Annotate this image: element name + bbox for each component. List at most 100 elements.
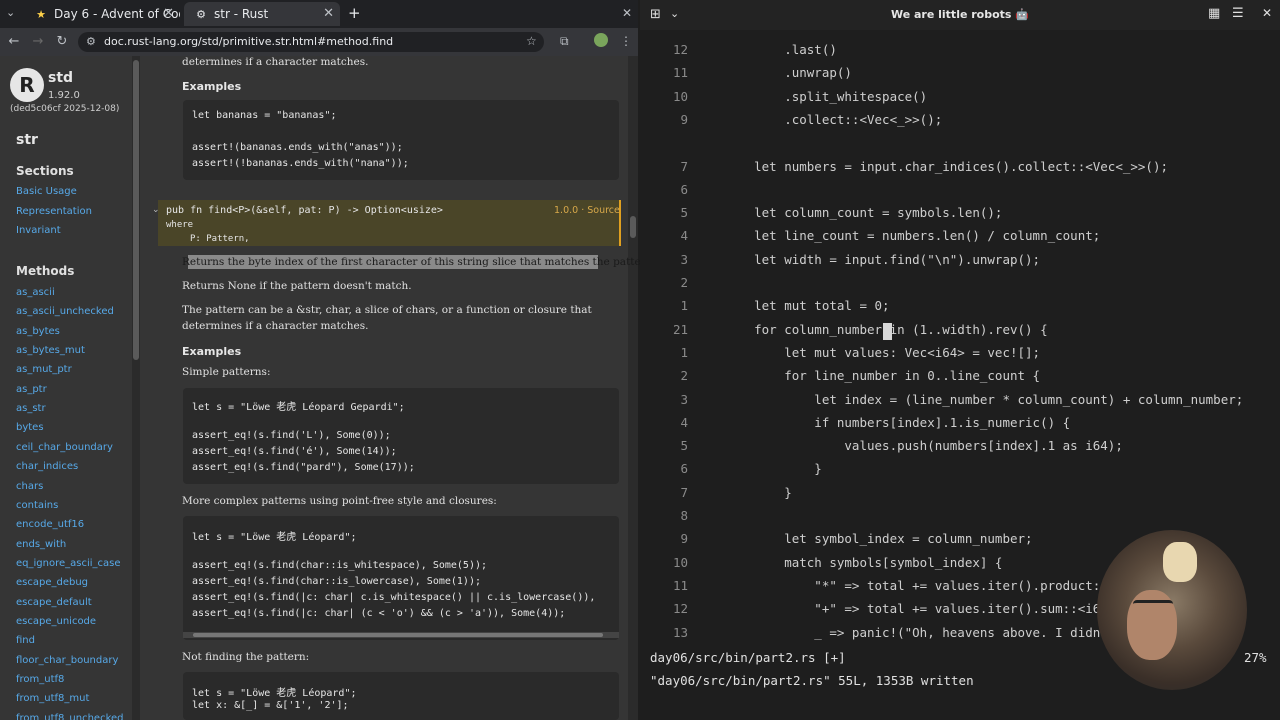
code-line: assert_eq!(s.find(char::is_lowercase), S… xyxy=(192,576,481,587)
code-line[interactable]: 10 .split_whitespace() xyxy=(650,89,1280,112)
code-line[interactable]: 21 for column_number in (1..width).rev()… xyxy=(650,322,1280,345)
sidebar-method-link[interactable]: chars xyxy=(16,481,43,492)
new-tab-button[interactable]: + xyxy=(348,4,361,22)
window-close-icon[interactable]: ✕ xyxy=(622,6,632,20)
tab-advent-of-code[interactable]: ★ Day 6 - Advent of Code 2 ✕ xyxy=(24,2,180,26)
sidebar-method-link[interactable]: find xyxy=(16,635,35,646)
fn-bound: P: Pattern, xyxy=(190,234,250,244)
line-number: 3 xyxy=(680,251,688,267)
bookmark-star-icon[interactable]: ☆ xyxy=(526,34,537,48)
sidebar-section-link[interactable]: Invariant xyxy=(16,225,61,236)
code-line[interactable]: 2 xyxy=(650,275,1280,298)
close-tab-icon[interactable]: ✕ xyxy=(323,2,334,26)
since-source-link[interactable]: 1.0.0 · Source xyxy=(554,205,620,216)
sidebar-method-link[interactable]: as_ascii xyxy=(16,287,55,298)
site-info-icon[interactable]: ⚙ xyxy=(86,35,96,48)
code-line[interactable]: 3 let width = input.find("\n").unwrap(); xyxy=(650,252,1280,275)
line-code: let mut values: Vec<i64> = vec![]; xyxy=(724,344,1041,360)
sidebar-method-link[interactable]: from_utf8_mut xyxy=(16,693,89,704)
collapse-icon[interactable]: ⌄ xyxy=(152,205,160,215)
tab-list-icon[interactable]: ⌄ xyxy=(6,6,15,19)
sidebar-method-link[interactable]: encode_utf16 xyxy=(16,519,84,530)
extensions-icon[interactable]: ⧉ xyxy=(560,34,569,49)
code-line[interactable] xyxy=(650,135,1280,158)
code-line[interactable]: 5 values.push(numbers[index].1 as i64); xyxy=(650,438,1280,461)
main-scroll-thumb[interactable] xyxy=(630,216,636,238)
code-line[interactable]: 6 xyxy=(650,182,1280,205)
sidebar-method-link[interactable]: as_ascii_unchecked xyxy=(16,306,114,317)
line-code: "+" => total += values.iter().sum::<i64>… xyxy=(724,601,1123,617)
sidebar-method-link[interactable]: as_bytes_mut xyxy=(16,345,85,356)
sidebar-scrollbar[interactable] xyxy=(132,56,140,720)
sidebar-method-link[interactable]: ends_with xyxy=(16,539,66,550)
code-line[interactable]: 1 let mut values: Vec<i64> = vec![]; xyxy=(650,345,1280,368)
tab-bar: ⌄ ★ Day 6 - Advent of Code 2 ✕ ⚙ str - Rus… xyxy=(0,0,638,28)
line-number: 11 xyxy=(672,577,688,593)
line-number: 12 xyxy=(672,42,688,57)
code-line[interactable]: 6 } xyxy=(650,461,1280,484)
back-icon[interactable]: ← xyxy=(4,32,24,52)
line-number: 2 xyxy=(680,275,688,290)
sidebar-method-link[interactable]: eq_ignore_ascii_case xyxy=(16,558,121,569)
fn-signature[interactable]: pub fn find<P>(&self, pat: P) -> Option<… xyxy=(166,205,443,216)
code-line[interactable]: 1 let mut total = 0; xyxy=(650,298,1280,321)
code-line: let bananas = "bananas"; xyxy=(192,110,337,121)
code-line[interactable]: 9 .collect::<Vec<_>>(); xyxy=(650,112,1280,135)
sidebar-method-link[interactable]: bytes xyxy=(16,422,44,433)
page-title[interactable]: str xyxy=(16,132,38,148)
code-hscroll-thumb[interactable] xyxy=(193,633,603,637)
sidebar-method-link[interactable]: char_indices xyxy=(16,461,78,472)
crate-name[interactable]: std xyxy=(48,70,73,86)
plush-toy xyxy=(1163,542,1197,582)
code-hscrollbar[interactable] xyxy=(183,632,619,638)
code-line[interactable]: 5 let column_count = symbols.len(); xyxy=(650,205,1280,228)
line-number: 21 xyxy=(672,321,688,337)
close-tab-icon[interactable]: ✕ xyxy=(163,2,174,26)
sidebar-method-link[interactable]: from_utf8 xyxy=(16,674,64,685)
code-line[interactable]: 12 .last() xyxy=(650,42,1280,65)
sidebar-scroll-thumb[interactable] xyxy=(133,60,139,360)
complex-patterns-label: More complex patterns using point-free s… xyxy=(182,495,497,507)
sidebar-method-link[interactable]: floor_char_boundary xyxy=(16,655,118,666)
code-line: let s = "Löwe 老虎 Léopard"; xyxy=(192,688,357,699)
main-scrollbar[interactable] xyxy=(628,56,638,720)
sidebar-method-link[interactable]: as_ptr xyxy=(16,384,47,395)
advent-star-icon: ★ xyxy=(36,8,46,21)
sidebar-method-link[interactable]: ceil_char_boundary xyxy=(16,442,113,453)
menu-icon[interactable]: ⋮ xyxy=(620,34,632,48)
sidebar-method-link[interactable]: escape_debug xyxy=(16,577,88,588)
forward-icon[interactable]: → xyxy=(28,32,48,52)
code-line[interactable]: 2 for line_number in 0..line_count { xyxy=(650,368,1280,391)
profile-avatar[interactable] xyxy=(594,33,608,47)
sidebar-method-link[interactable]: escape_unicode xyxy=(16,616,96,627)
sidebar-method-link[interactable]: as_mut_ptr xyxy=(16,364,72,375)
line-number: 13 xyxy=(672,624,688,640)
line-number: 9 xyxy=(680,111,688,127)
sidebar-method-link[interactable]: as_bytes xyxy=(16,326,60,337)
sidebar-method-link[interactable]: contains xyxy=(16,500,58,511)
code-line[interactable]: 4 let line_count = numbers.len() / colum… xyxy=(650,228,1280,251)
code-line[interactable]: 3 let index = (line_number * column_coun… xyxy=(650,392,1280,415)
sidebar-method-link[interactable]: as_str xyxy=(16,403,46,414)
doc-desc-3a: The pattern can be a &str, char, a slice… xyxy=(182,304,592,316)
line-number: 6 xyxy=(680,181,688,197)
hamburger-menu-icon[interactable]: ☰ xyxy=(1232,6,1244,21)
grid-icon[interactable]: ▦ xyxy=(1208,6,1220,21)
code-line[interactable]: 11 .unwrap() xyxy=(650,65,1280,88)
line-number: 2 xyxy=(680,368,688,384)
code-line[interactable]: 4 if numbers[index].1.is_numeric() { xyxy=(650,415,1280,438)
sidebar-method-link[interactable]: from_utf8_unchecked xyxy=(16,713,124,720)
rust-logo-icon[interactable]: R xyxy=(10,68,44,102)
sidebar-section-link[interactable]: Representation xyxy=(16,206,92,217)
doc-desc-1: Returns the byte index of the first char… xyxy=(182,256,656,268)
code-line[interactable]: 7 } xyxy=(650,485,1280,508)
code-line[interactable]: 8 xyxy=(650,508,1280,531)
sidebar-section-link[interactable]: Basic Usage xyxy=(16,186,77,197)
line-code: .collect::<Vec<_>>(); xyxy=(724,111,943,127)
tab-str-rust[interactable]: ⚙ str - Rust ✕ xyxy=(184,2,340,26)
reload-icon[interactable]: ↻ xyxy=(52,32,72,52)
close-icon[interactable]: ✕ xyxy=(1262,6,1272,20)
code-line[interactable]: 7 let numbers = input.char_indices().col… xyxy=(650,159,1280,182)
line-number: 7 xyxy=(680,158,688,174)
sidebar-method-link[interactable]: escape_default xyxy=(16,597,92,608)
